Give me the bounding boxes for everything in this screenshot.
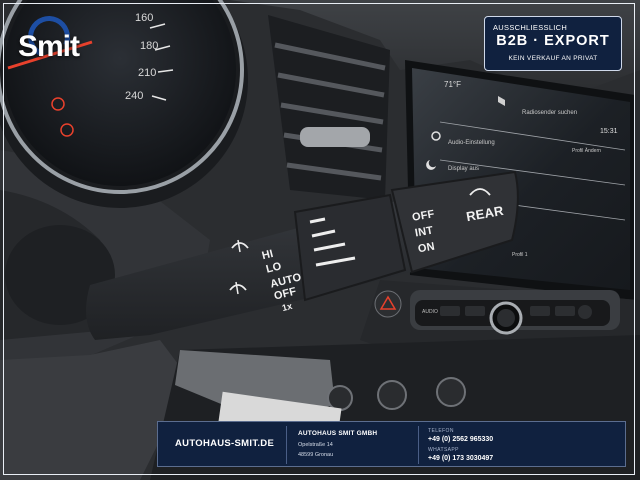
screen-side-profile[interactable]: Profil Ändern: [572, 148, 601, 154]
footer-phone[interactable]: +49 (0) 2562 965330: [428, 436, 493, 443]
screen-item-audio[interactable]: Audio-Einstellung: [448, 140, 495, 146]
screen-title: Radiosender suchen: [522, 110, 578, 116]
footer-street: Opelstraße 14: [298, 442, 333, 448]
footer-phone-label: TELEFON: [428, 428, 454, 434]
footer-whatsapp[interactable]: +49 (0) 173 3030497: [428, 455, 493, 462]
footer-website[interactable]: AUTOHAUS-SMIT.DE: [175, 438, 274, 449]
footer-whatsapp-label: WHATSAPP: [428, 447, 459, 453]
dealer-footer: AUTOHAUS-SMIT.DE AUTOHAUS SMIT GMBH Opel…: [157, 421, 626, 467]
screen-profile: Profil 1: [512, 252, 528, 258]
car-interior-photo: [0, 0, 640, 480]
screen-item-display[interactable]: Display aus: [448, 166, 479, 172]
console-audio-button[interactable]: AUDIO: [422, 309, 438, 315]
footer-city: 48599 Gronau: [298, 452, 334, 458]
badge-main-text: B2B · EXPORT: [496, 33, 610, 49]
screen-time: 15:31: [600, 128, 618, 135]
speed-mark-240: 240: [125, 90, 144, 102]
screen-temp: 71°F: [444, 80, 461, 89]
smit-logo: Smit: [14, 8, 110, 68]
speed-mark-180: 180: [140, 40, 159, 52]
footer-divider-2: [418, 426, 419, 464]
badge-sub-text: KEIN VERKAUF AN PRIVAT: [508, 55, 598, 62]
badge-top-text: AUSSCHLIESSLICH: [493, 23, 568, 32]
footer-company: AUTOHAUS SMIT GMBH: [298, 430, 378, 437]
speed-mark-210: 210: [138, 67, 157, 79]
photo-stage: Smit 160 180 210 240 71°F Radiosender su…: [0, 0, 640, 480]
footer-divider: [286, 426, 287, 464]
speed-mark-160: 160: [135, 12, 154, 24]
logo-text: Smit: [18, 30, 80, 63]
b2b-export-badge: AUSSCHLIESSLICH B2B · EXPORT KEIN VERKAU…: [484, 16, 622, 71]
